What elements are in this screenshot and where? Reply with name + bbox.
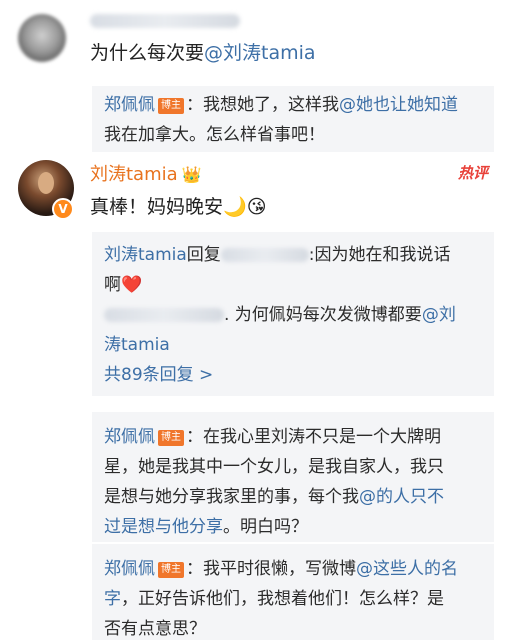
reply-box: 郑佩佩 博主 ：在我心里刘涛不只是一个大牌明 星，她是我其中一个女儿，是我自家人，我…: [92, 412, 494, 542]
mention-link[interactable]: @刘涛tamia: [204, 42, 316, 64]
reply-text: 是想与她分享我家里的事，每个我: [104, 487, 359, 507]
author-badge: 博主: [158, 98, 184, 114]
reply-line: 郑佩佩 博主 ：我平时很懒，写微博@这些人的名: [104, 554, 482, 584]
subreply-line: 刘涛tamia回复 :因为她在和我说话: [104, 240, 482, 270]
moon-icon: 🌙: [223, 196, 247, 218]
more-replies-label[interactable]: 共89条回复: [104, 365, 194, 385]
blurred-username[interactable]: [220, 248, 309, 262]
avatar[interactable]: [18, 14, 66, 62]
mention-link[interactable]: @刘: [422, 305, 456, 325]
reply-author[interactable]: 刘涛tamia: [104, 245, 187, 265]
subreply-box: 刘涛tamia回复 :因为她在和我说话 啊❤️ . 为何佩妈每次发微博都要@刘 涛…: [92, 232, 494, 396]
mention-link[interactable]: 涛tamia: [104, 335, 170, 355]
subreply-line: 啊❤️: [104, 270, 482, 300]
reply-line: 是想与她分享我家里的事，每个我@的人只不: [104, 482, 482, 512]
reply-word: 回复: [186, 245, 221, 265]
mention-link[interactable]: @的人只不: [359, 487, 444, 507]
comment-author[interactable]: 刘涛tamia 👑: [90, 160, 202, 186]
reply-text: ，正好告诉他们，我想着他们！怎么样？是: [121, 589, 444, 609]
reply-author[interactable]: 郑佩佩: [104, 427, 155, 447]
reply-box: 郑佩佩 博主 ：我想她了，这样我@她也让她知道 我在加拿大。怎么样省事吧！: [92, 86, 494, 152]
reply-text: :因为她在和我说话: [308, 245, 451, 265]
mention-link[interactable]: @她也让她知道: [339, 95, 458, 115]
reply-text: 啊: [104, 275, 121, 295]
comment-text-prefix: 为什么每次要: [90, 42, 205, 64]
reply-text: . 为何佩妈每次发微博都要: [224, 305, 422, 325]
author-name[interactable]: 刘涛tamia: [90, 164, 178, 185]
reply-line: 郑佩佩 博主 ：在我心里刘涛不只是一个大牌明: [104, 422, 482, 452]
reply-text: ：我想她了，这样我: [186, 95, 339, 115]
reply-author[interactable]: 郑佩佩: [104, 95, 155, 115]
subreply-line: 涛tamia: [104, 330, 482, 360]
blurred-username[interactable]: [104, 308, 224, 322]
hot-comment-badge: 热评: [457, 164, 488, 182]
kiss-emoji-icon: 😘: [246, 196, 267, 218]
chevron-right-icon[interactable]: >: [199, 365, 213, 385]
subreply-line: . 为何佩妈每次发微博都要@刘: [104, 300, 482, 330]
comment-text: 真棒！妈妈晚安🌙😘: [90, 192, 267, 219]
reply-line: 过是想与他分享。明白吗？: [104, 512, 482, 542]
reply-line: 我在加拿大。怎么样省事吧！: [104, 120, 482, 150]
reply-line: 字，正好告诉他们，我想着他们！怎么样？是: [104, 584, 482, 614]
reply-text: 星，她是我其中一个女儿，是我自家人，我只: [104, 457, 444, 477]
mention-link[interactable]: 过是想与他分享: [104, 517, 223, 537]
blurred-name-bar: [90, 13, 240, 28]
comment-text-body: 真棒！妈妈晚安: [90, 196, 224, 218]
top-comment: 为什么每次要@刘涛tamia: [0, 0, 516, 80]
reply-text: 。明白吗？: [223, 517, 308, 537]
author-badge: 博主: [158, 430, 184, 446]
reply-text: ：我平时很懒，写微博: [186, 559, 356, 579]
reply-line: 郑佩佩 博主 ：我想她了，这样我@她也让她知道: [104, 90, 482, 120]
author-badge: 博主: [158, 562, 184, 578]
crown-icon: 👑: [181, 165, 202, 184]
blurred-username[interactable]: [90, 10, 240, 29]
mention-link[interactable]: 字: [104, 589, 121, 609]
heart-icon: ❤️: [121, 275, 143, 295]
reply-author[interactable]: 郑佩佩: [104, 559, 155, 579]
reply-text: ：在我心里刘涛不只是一个大牌明: [186, 427, 441, 447]
comment-text: 为什么每次要@刘涛tamia: [90, 38, 316, 65]
mention-link[interactable]: @这些人的名: [356, 559, 458, 579]
avatar-face: [38, 172, 54, 194]
reply-text: 我在加拿大。怎么样省事吧！: [104, 125, 325, 145]
verified-icon: V: [52, 198, 74, 220]
view-more-replies-link[interactable]: 共89条回复 >: [104, 360, 482, 390]
reply-text: 否有点意思？: [104, 619, 206, 639]
reply-box: 郑佩佩 博主 ：我平时很懒，写微博@这些人的名 字，正好告诉他们，我想着他们！怎么样…: [92, 544, 494, 640]
